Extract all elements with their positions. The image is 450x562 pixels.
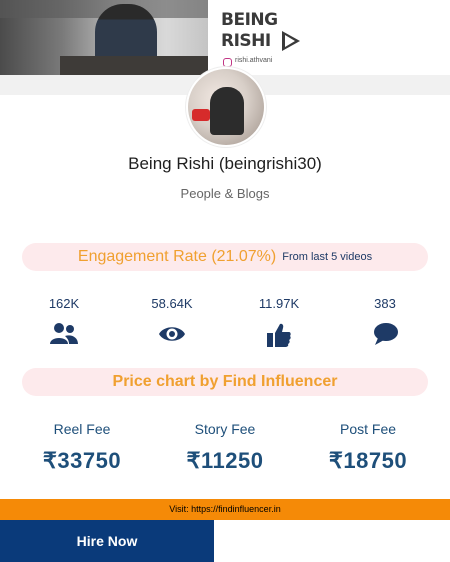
instagram-icon: [223, 58, 232, 67]
fee-story: Story Fee: [165, 421, 285, 437]
instagram-handle: rishi.athvani: [235, 57, 273, 64]
stat-followers: 162K: [19, 296, 109, 311]
fee-label: Post Fee: [339, 421, 397, 437]
price-chart-pill: Price chart by Find Influencer: [22, 368, 428, 396]
avatar: [186, 67, 266, 147]
profile-name: Being Rishi (beingrishi30): [128, 154, 322, 173]
fee-reel: Reel Fee: [22, 421, 142, 437]
thumbs-up-icon: [267, 323, 291, 347]
avatar-red-object: [192, 109, 210, 121]
stat-value: 11.97K: [258, 296, 300, 311]
fee-amount-story: ₹11250: [186, 448, 264, 473]
stat-likes: 11.97K: [234, 296, 324, 311]
avatar-figure: [210, 87, 244, 135]
fee-amount-reel: ₹33750: [42, 448, 122, 473]
engagement-note: From last 5 videos: [282, 251, 373, 263]
logo-line-2: RISHI: [221, 31, 271, 51]
fee-label: Story Fee: [194, 421, 256, 437]
eye-icon: [159, 327, 185, 341]
stat-value: 383: [374, 296, 396, 311]
play-icon-inner: [285, 35, 295, 47]
hire-now-button[interactable]: Hire Now: [0, 520, 214, 562]
price-chart-title: Price chart by Find Influencer: [112, 373, 338, 390]
engagement-rate: Engagement Rate (21.07%): [77, 248, 277, 265]
comment-icon: [374, 323, 398, 345]
visit-link[interactable]: Visit: https://findinfluencer.in: [0, 499, 450, 520]
fee-post: Post Fee: [308, 421, 428, 437]
profile-category: People & Blogs: [180, 186, 270, 201]
users-icon: [50, 323, 78, 344]
brand-logo: BEING RISHI: [221, 10, 311, 58]
stat-value: 162K: [48, 296, 80, 311]
fee-amount-post: ₹18750: [328, 448, 408, 473]
engagement-text: Engagement Rate (21.07%) From last 5 vid…: [22, 243, 428, 271]
cover-photo: [0, 0, 208, 75]
logo-line-1: BEING: [221, 10, 278, 30]
engagement-pill: Engagement Rate (21.07%) From last 5 vid…: [22, 243, 428, 271]
stat-views: 58.64K: [127, 296, 217, 311]
fee-label: Reel Fee: [53, 421, 111, 437]
cover-photo-desk: [60, 56, 208, 75]
stat-value: 58.64K: [151, 296, 193, 311]
stat-comments: 383: [340, 296, 430, 311]
